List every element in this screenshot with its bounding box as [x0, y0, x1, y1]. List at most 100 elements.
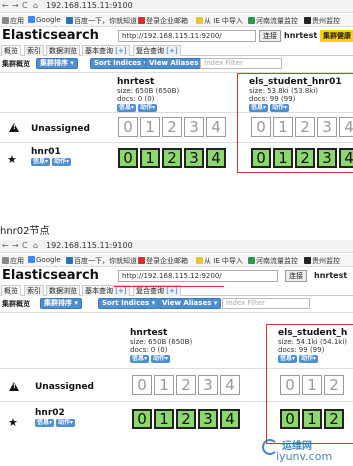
forward-icon[interactable]: → — [12, 241, 19, 250]
tab-overview[interactable]: 概览 — [1, 285, 21, 296]
bookmark-mail[interactable]: 登录企业邮箱 — [138, 256, 188, 266]
index-info-button[interactable]: 信息▾ — [130, 355, 150, 363]
bookmark-mail[interactable]: 登录企业邮箱 — [138, 16, 188, 26]
warning-icon — [9, 382, 19, 391]
index-action-button[interactable]: 动作▾ — [138, 104, 158, 112]
view-aliases-button[interactable]: View Aliases ▾ — [158, 298, 222, 309]
shard-cell[interactable]: 0 — [132, 375, 152, 395]
bookmark-baidu[interactable]: 百度一下，你就知道 — [66, 16, 137, 26]
reload-icon[interactable]: C — [22, 1, 28, 10]
shard-cell[interactable]: 2 — [162, 148, 182, 168]
tab-add[interactable]: [+] — [115, 47, 126, 55]
node-info-button[interactable]: 信息▾ — [35, 419, 55, 427]
index-action-button[interactable]: 动作▾ — [151, 355, 171, 363]
home-icon[interactable]: ⌂ — [33, 1, 38, 10]
back-icon[interactable]: ← — [2, 1, 9, 10]
index-header-hnrtest: hnrtest size: 650B (650B) docs: 0 (0) 信息… — [117, 77, 179, 112]
node-action-button[interactable]: 动作▾ — [56, 419, 76, 427]
shard-cell[interactable]: 3 — [184, 148, 204, 168]
button-label: Sort Indices — [102, 299, 150, 307]
bookmark-guizhou[interactable]: 贵州监控 — [304, 256, 340, 266]
tab-add[interactable]: [+] — [166, 47, 177, 55]
node-action-button[interactable]: 动作▾ — [52, 158, 72, 166]
shard-cell[interactable]: 4 — [206, 148, 226, 168]
bookmark-google[interactable]: Google — [28, 16, 61, 24]
connect-url-input[interactable]: http://192.168.115.12:9200/ — [118, 270, 278, 282]
shard-cell[interactable]: 0 — [118, 148, 138, 168]
tab-complex-query[interactable]: 复合查询 [+] — [133, 45, 181, 56]
shard-cell[interactable]: 1 — [140, 117, 160, 137]
address-text[interactable]: 192.168.115.11:9100 — [46, 241, 133, 250]
shard-cell[interactable]: 3 — [184, 117, 204, 137]
shard-cell[interactable]: 2 — [176, 409, 196, 429]
index-size: size: 650B (650B) — [117, 87, 180, 95]
shard-cell[interactable]: 3 — [198, 375, 218, 395]
connect-button[interactable]: 连接 — [259, 30, 281, 42]
reload-icon[interactable]: C — [22, 241, 28, 250]
button-label: 信息 — [33, 158, 46, 165]
cluster-sort-button[interactable]: 集群排序 ▾ — [40, 298, 82, 309]
index-filter-input[interactable]: Index Filter — [222, 298, 310, 309]
app-title: Elasticsearch — [2, 268, 99, 283]
shard-cell[interactable]: 0 — [132, 409, 152, 429]
connect-url-input[interactable]: http://192.168.115.11:9200/ — [118, 30, 256, 42]
main-tabs: 概览 索引 数据浏览 基本查询 [+] 复合查询 [+] — [0, 45, 353, 56]
index-docs: docs: 0 (0) — [130, 346, 168, 354]
tab-basic-query[interactable]: 基本查询 [+] — [82, 45, 130, 56]
bookmark-label: 百度一下，你就知道 — [74, 257, 137, 265]
button-label: 集群排序 — [44, 299, 72, 307]
tab-browser[interactable]: 数据浏览 — [46, 285, 80, 296]
cluster-health-badge[interactable]: 集群健康 — [320, 30, 353, 42]
index-name: hnrtest — [130, 328, 168, 338]
cluster-sort-button[interactable]: 集群排序 ▾ — [36, 58, 78, 69]
forward-icon[interactable]: → — [12, 1, 19, 10]
view-aliases-button[interactable]: View Aliases ▾ — [145, 58, 209, 69]
home-icon[interactable]: ⌂ — [33, 241, 38, 250]
bookmark-guizhou[interactable]: 贵州监控 — [304, 16, 340, 26]
bookmark-apps[interactable]: 应用 — [2, 16, 24, 26]
tab-overview[interactable]: 概览 — [1, 45, 21, 56]
bookmark-label: 应用 — [10, 257, 24, 265]
bookmarks-bar: 应用 Google 百度一下，你就知道 登录企业邮箱 从 IE 中导入 河南流量… — [0, 254, 353, 267]
app-header: Elasticsearch http://192.168.115.11:9200… — [0, 28, 353, 44]
shard-cell[interactable]: 1 — [154, 375, 174, 395]
bookmark-henan[interactable]: 河南流量监控 — [248, 256, 298, 266]
shard-cell[interactable]: 0 — [118, 117, 138, 137]
bookmark-ie[interactable]: 从 IE 中导入 — [196, 256, 243, 266]
shard-cell[interactable]: 3 — [198, 409, 218, 429]
screenshot-panel-2: ← → C ⌂ 192.168.115.11:9100 应用 Google 百度… — [0, 240, 353, 466]
tab-add[interactable]: [+] — [115, 287, 126, 295]
address-text[interactable]: 192.168.115.11:9100 — [46, 1, 133, 10]
watermark-url: iyunv.com — [276, 450, 333, 463]
sort-indices-button[interactable]: Sort Indices ▾ — [90, 58, 152, 69]
address-bar: ← → C ⌂ 192.168.115.11:9100 — [0, 0, 353, 13]
shard-cell[interactable]: 1 — [154, 409, 174, 429]
index-info-button[interactable]: 信息▾ — [117, 104, 137, 112]
index-filter-input[interactable]: Index Filter — [200, 58, 282, 69]
shard-cell[interactable]: 4 — [206, 117, 226, 137]
back-icon[interactable]: ← — [2, 241, 9, 250]
node-shards-hnrtest: 01234 — [132, 409, 242, 431]
cluster-name: hnrtest — [284, 31, 318, 40]
shard-cell[interactable]: 2 — [162, 117, 182, 137]
shard-cell[interactable]: 1 — [140, 148, 160, 168]
button-label: Sort Indices — [94, 59, 142, 67]
sort-indices-button[interactable]: Sort Indices ▾ — [98, 298, 160, 309]
bookmark-ie[interactable]: 从 IE 中导入 — [196, 16, 243, 26]
shard-cell[interactable]: 4 — [220, 375, 240, 395]
tab-browser[interactable]: 数据浏览 — [46, 45, 80, 56]
tab-indices[interactable]: 索引 — [24, 45, 44, 56]
button-label: 动作 — [153, 355, 166, 362]
bookmark-henan[interactable]: 河南流量监控 — [248, 16, 298, 26]
tab-indices[interactable]: 索引 — [24, 285, 44, 296]
bookmark-google[interactable]: Google — [28, 256, 61, 264]
bookmark-baidu[interactable]: 百度一下，你就知道 — [66, 256, 137, 266]
node-info-button[interactable]: 信息▾ — [31, 158, 51, 166]
tab-add[interactable]: [+] — [166, 287, 177, 295]
shard-cell[interactable]: 4 — [220, 409, 240, 429]
connect-button[interactable]: 连接 — [285, 270, 307, 282]
url-underline — [114, 286, 224, 287]
shard-cell[interactable]: 2 — [176, 375, 196, 395]
master-star-icon: ★ — [7, 153, 17, 166]
bookmark-apps[interactable]: 应用 — [2, 256, 24, 266]
